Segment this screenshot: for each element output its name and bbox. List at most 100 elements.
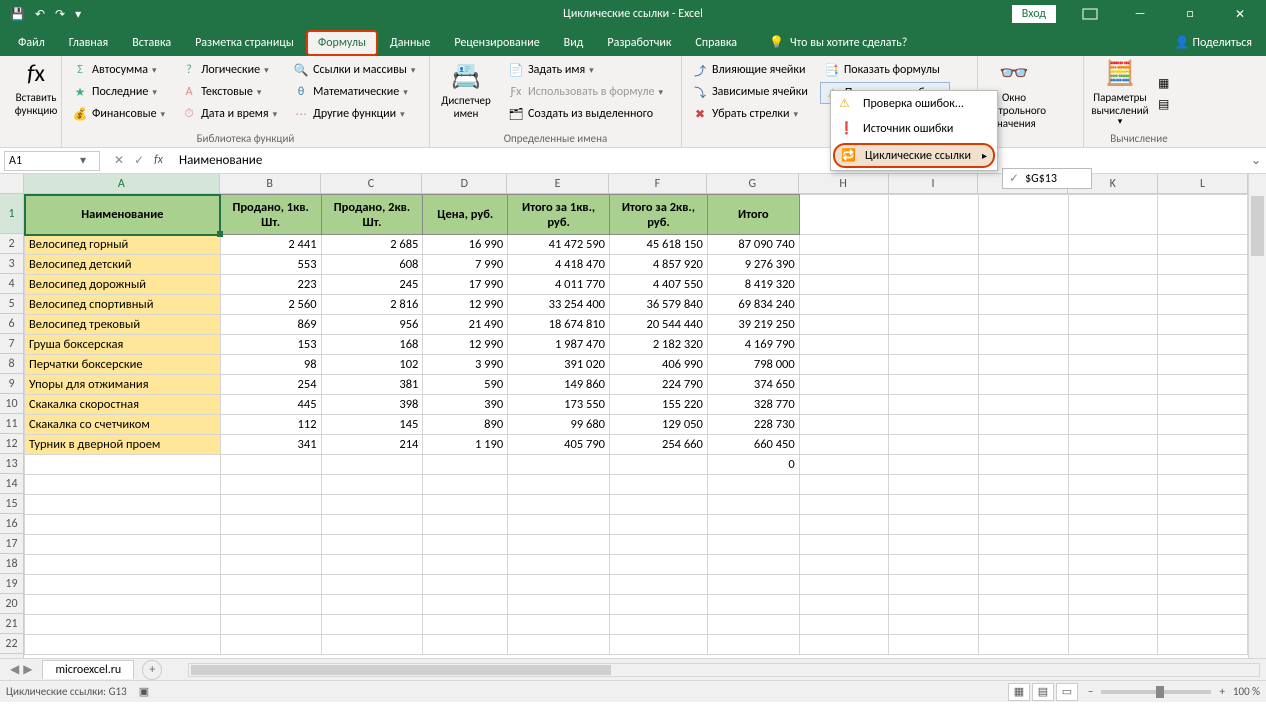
- cell[interactable]: 36 579 840: [610, 295, 708, 315]
- cell[interactable]: [889, 315, 979, 335]
- cell[interactable]: [799, 535, 889, 555]
- cell[interactable]: [423, 575, 508, 595]
- cell[interactable]: [423, 635, 508, 655]
- cell[interactable]: 214: [321, 435, 423, 455]
- cell[interactable]: [889, 375, 979, 395]
- col-header-A[interactable]: A: [24, 174, 220, 193]
- cell[interactable]: 21 490: [423, 315, 508, 335]
- cell[interactable]: [707, 475, 799, 495]
- row-header-22[interactable]: 22: [0, 634, 23, 654]
- cell[interactable]: [1068, 295, 1158, 315]
- cell[interactable]: [889, 395, 979, 415]
- zoom-level[interactable]: 100 %: [1233, 685, 1260, 698]
- cell[interactable]: 149 860: [508, 375, 610, 395]
- cell[interactable]: [799, 355, 889, 375]
- row-header-8[interactable]: 8: [0, 354, 23, 374]
- cell[interactable]: [508, 555, 610, 575]
- cell[interactable]: 18 674 810: [508, 315, 610, 335]
- cell[interactable]: [799, 315, 889, 335]
- define-name-button[interactable]: 📄Задать имя: [504, 60, 667, 80]
- cell[interactable]: [1068, 635, 1158, 655]
- cell[interactable]: 12 990: [423, 335, 508, 355]
- cell[interactable]: [979, 255, 1069, 275]
- cell[interactable]: 2 182 320: [610, 335, 708, 355]
- row-header-10[interactable]: 10: [0, 394, 23, 414]
- cell[interactable]: [508, 575, 610, 595]
- cell[interactable]: [799, 515, 889, 535]
- autosum-button[interactable]: ΣАвтосумма: [68, 60, 169, 80]
- cells-area[interactable]: НаименованиеПродано, 1кв. Шт.Продано, 2к…: [24, 194, 1248, 658]
- cell[interactable]: [25, 535, 221, 555]
- cell[interactable]: 398: [321, 395, 423, 415]
- cell[interactable]: 9 276 390: [707, 255, 799, 275]
- cell[interactable]: [1158, 315, 1248, 335]
- cell[interactable]: 4 418 470: [508, 255, 610, 275]
- cell[interactable]: [979, 515, 1069, 535]
- cell[interactable]: [321, 455, 423, 475]
- cell[interactable]: [423, 495, 508, 515]
- cell[interactable]: [889, 615, 979, 635]
- cell[interactable]: [1068, 415, 1158, 435]
- cell[interactable]: 69 834 240: [707, 295, 799, 315]
- cell[interactable]: [321, 595, 423, 615]
- tab-data[interactable]: Данные: [378, 30, 442, 56]
- logical-button[interactable]: ?Логические: [177, 60, 281, 80]
- text-button[interactable]: AТекстовые: [177, 82, 281, 102]
- cell[interactable]: [508, 535, 610, 555]
- row-header-4[interactable]: 4: [0, 274, 23, 294]
- cell[interactable]: Скакалка скоростная: [25, 395, 221, 415]
- cell[interactable]: [423, 455, 508, 475]
- cell[interactable]: 8 419 320: [707, 275, 799, 295]
- cell[interactable]: 405 790: [508, 435, 610, 455]
- cell[interactable]: [321, 515, 423, 535]
- row-header-19[interactable]: 19: [0, 574, 23, 594]
- cell[interactable]: 224 790: [610, 375, 708, 395]
- cell[interactable]: [979, 415, 1069, 435]
- row-header-6[interactable]: 6: [0, 314, 23, 334]
- cell[interactable]: [423, 475, 508, 495]
- cell[interactable]: [799, 595, 889, 615]
- cell[interactable]: Велосипед спортивный: [25, 295, 221, 315]
- cell[interactable]: [979, 435, 1069, 455]
- cell[interactable]: [1158, 475, 1248, 495]
- date-button[interactable]: ⏱Дата и время: [177, 104, 281, 124]
- cell[interactable]: [889, 435, 979, 455]
- cell[interactable]: [220, 555, 321, 575]
- row-header-20[interactable]: 20: [0, 594, 23, 614]
- cell[interactable]: [979, 615, 1069, 635]
- sheet-nav-prev-icon[interactable]: ◀: [10, 662, 19, 677]
- cell[interactable]: 798 000: [707, 355, 799, 375]
- cell[interactable]: [799, 495, 889, 515]
- cell[interactable]: 145: [321, 415, 423, 435]
- circular-ref-value[interactable]: [1025, 172, 1085, 186]
- cell[interactable]: 553: [220, 255, 321, 275]
- cell[interactable]: 102: [321, 355, 423, 375]
- financial-button[interactable]: 💰Финансовые: [68, 104, 169, 124]
- cell[interactable]: Перчатки боксерские: [25, 355, 221, 375]
- cell[interactable]: [25, 515, 221, 535]
- row-header-17[interactable]: 17: [0, 534, 23, 554]
- maximize-icon[interactable]: □: [1168, 0, 1212, 28]
- undo-icon[interactable]: ↶: [35, 7, 45, 22]
- col-header-G[interactable]: G: [707, 174, 799, 193]
- cell[interactable]: [1158, 435, 1248, 455]
- cell[interactable]: Скакалка со счетчиком: [25, 415, 221, 435]
- cell[interactable]: [1158, 395, 1248, 415]
- cell[interactable]: [1068, 335, 1158, 355]
- cell[interactable]: [1158, 455, 1248, 475]
- cell[interactable]: [508, 595, 610, 615]
- circular-ref-callout[interactable]: ✓: [1002, 168, 1092, 189]
- cell[interactable]: [1158, 295, 1248, 315]
- cell[interactable]: 12 990: [423, 295, 508, 315]
- cell[interactable]: [707, 595, 799, 615]
- cell[interactable]: [799, 635, 889, 655]
- zoom-slider[interactable]: [1101, 690, 1211, 694]
- macro-record-icon[interactable]: ▣: [139, 685, 149, 698]
- cell[interactable]: 7 990: [423, 255, 508, 275]
- cell[interactable]: [508, 515, 610, 535]
- expand-formula-bar-icon[interactable]: ⌄: [1246, 153, 1266, 168]
- tab-help[interactable]: Справка: [683, 30, 749, 56]
- cell[interactable]: [508, 635, 610, 655]
- cell[interactable]: [979, 355, 1069, 375]
- header-cell[interactable]: Продано, 1кв. Шт.: [220, 195, 321, 235]
